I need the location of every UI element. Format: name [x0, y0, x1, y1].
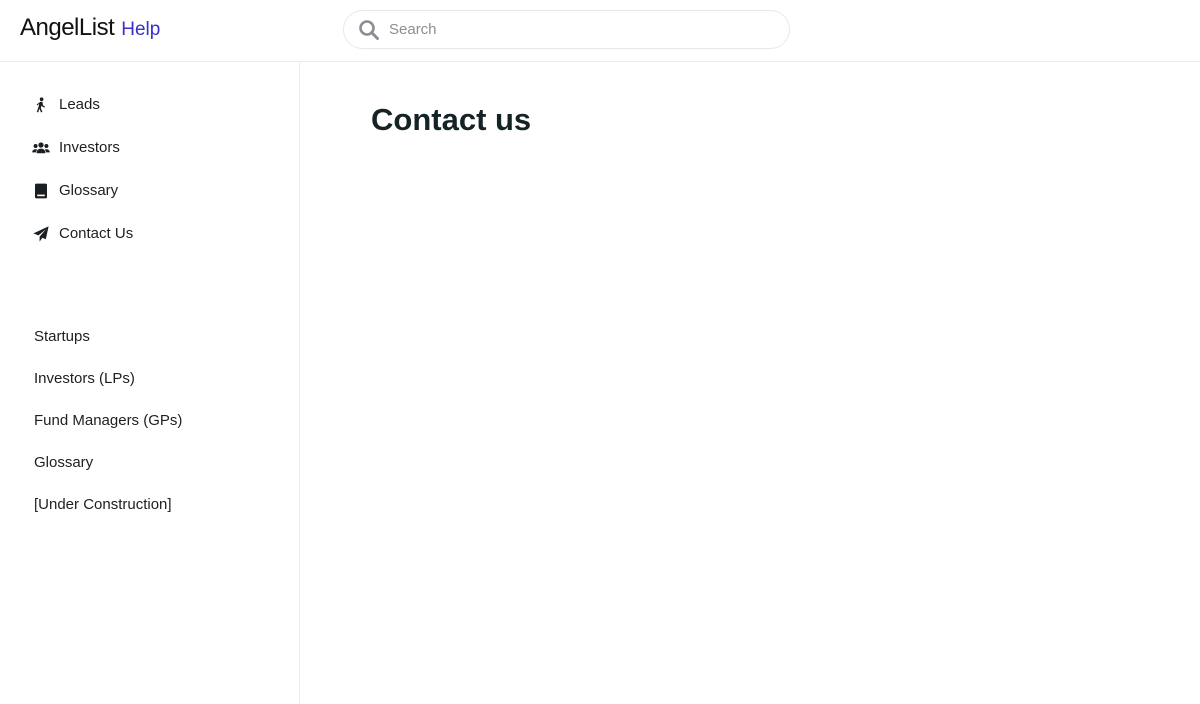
- search-icon: [358, 19, 380, 41]
- brand-name: AngelList: [20, 14, 115, 41]
- sidebar-item-investors[interactable]: Investors: [32, 126, 133, 169]
- nav-link-startups[interactable]: Startups: [34, 316, 182, 358]
- nav-link-glossary[interactable]: Glossary: [34, 442, 182, 484]
- help-label: Help: [121, 19, 161, 40]
- sidebar: Leads Investors Glossary Contact Us Star…: [0, 62, 300, 704]
- sidebar-item-leads[interactable]: Leads: [32, 83, 133, 126]
- users-group-icon: [32, 139, 50, 157]
- top-header: AngelList Help: [0, 0, 1200, 62]
- search-input[interactable]: [389, 21, 769, 38]
- sidebar-item-label: Leads: [59, 96, 100, 113]
- page-title: Contact us: [371, 102, 532, 137]
- secondary-nav: Startups Investors (LPs) Fund Managers (…: [34, 316, 182, 526]
- search-bar[interactable]: [343, 10, 790, 49]
- main-content: Contact us: [300, 62, 1200, 704]
- sidebar-item-label: Glossary: [59, 182, 119, 199]
- primary-nav: Leads Investors Glossary Contact Us: [32, 83, 133, 255]
- nav-link-investors-lps[interactable]: Investors (LPs): [34, 358, 182, 400]
- sidebar-item-glossary[interactable]: Glossary: [32, 169, 133, 212]
- book-icon: [32, 182, 50, 200]
- sidebar-item-contact-us[interactable]: Contact Us: [32, 212, 133, 255]
- sidebar-item-label: Contact Us: [59, 225, 134, 242]
- sidebar-item-label: Investors: [59, 139, 120, 156]
- logo-link[interactable]: AngelList Help: [20, 14, 160, 42]
- nav-link-under-construction[interactable]: [Under Construction]: [34, 484, 182, 526]
- paper-plane-icon: [32, 225, 50, 243]
- nav-link-fund-managers-gps[interactable]: Fund Managers (GPs): [34, 400, 182, 442]
- walking-person-icon: [32, 96, 50, 114]
